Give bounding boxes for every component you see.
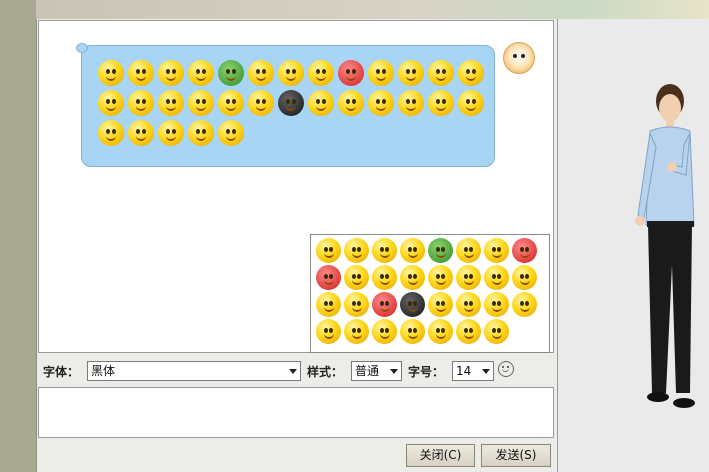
emoji-icon bbox=[338, 90, 364, 116]
emoji-option-icon[interactable] bbox=[316, 319, 341, 344]
chevron-down-icon bbox=[482, 369, 490, 374]
emoji-icon bbox=[218, 60, 244, 86]
emoji-icon bbox=[368, 60, 394, 86]
format-toolbar: 字体： 黑体 样式： 普通 字号： 14 bbox=[38, 358, 554, 384]
top-banner-image bbox=[36, 0, 709, 20]
emoji-option-icon[interactable] bbox=[344, 265, 369, 290]
style-select[interactable]: 普通 bbox=[351, 361, 402, 381]
emoji-option-icon[interactable] bbox=[428, 238, 453, 263]
user-profile-panel bbox=[557, 19, 709, 472]
emoji-option-icon[interactable] bbox=[372, 238, 397, 263]
send-button[interactable]: 发送(S) bbox=[481, 444, 551, 467]
emoji-icon bbox=[158, 60, 184, 86]
user-character-avatar bbox=[635, 84, 695, 408]
emoji-icon bbox=[458, 60, 484, 86]
emoji-icon bbox=[98, 90, 124, 116]
message-emoji-list bbox=[98, 60, 488, 146]
emoji-option-icon[interactable] bbox=[484, 238, 509, 263]
size-label: 字号： bbox=[408, 365, 445, 379]
emoji-option-icon[interactable] bbox=[456, 292, 481, 317]
emoji-icon bbox=[428, 90, 454, 116]
emoji-option-icon[interactable] bbox=[484, 292, 509, 317]
emoji-option-icon[interactable] bbox=[400, 319, 425, 344]
size-select-value: 14 bbox=[456, 364, 472, 378]
message-bubble bbox=[76, 43, 495, 167]
emoji-icon bbox=[398, 90, 424, 116]
emoji-option-icon[interactable] bbox=[512, 292, 537, 317]
emoji-icon bbox=[278, 90, 304, 116]
emoji-option-icon[interactable] bbox=[344, 238, 369, 263]
emoji-icon bbox=[278, 60, 304, 86]
style-select-value: 普通 bbox=[355, 364, 380, 378]
emoji-option-icon[interactable] bbox=[372, 265, 397, 290]
font-label: 字体： bbox=[43, 365, 80, 379]
emoji-icon bbox=[248, 60, 274, 86]
emoji-option-icon[interactable] bbox=[456, 265, 481, 290]
emoji-icon bbox=[338, 60, 364, 86]
emoji-option-icon[interactable] bbox=[428, 319, 453, 344]
left-window-strip bbox=[0, 0, 36, 472]
emoji-icon bbox=[158, 120, 184, 146]
emoji-option-icon[interactable] bbox=[484, 265, 509, 290]
emoji-option-icon[interactable] bbox=[400, 238, 425, 263]
emoji-option-icon[interactable] bbox=[512, 238, 537, 263]
emoji-option-icon[interactable] bbox=[512, 265, 537, 290]
emoji-option-icon[interactable] bbox=[316, 292, 341, 317]
style-label: 样式： bbox=[307, 365, 344, 379]
emoji-icon bbox=[98, 120, 124, 146]
bubble-tail bbox=[76, 43, 88, 53]
dog-avatar-icon bbox=[503, 42, 535, 74]
emoji-icon bbox=[308, 60, 334, 86]
emoji-picker-grid bbox=[316, 238, 548, 344]
emoji-icon bbox=[188, 120, 214, 146]
emoji-option-icon[interactable] bbox=[428, 265, 453, 290]
emoji-icon bbox=[188, 60, 214, 86]
emoji-option-icon[interactable] bbox=[400, 265, 425, 290]
emoji-option-icon[interactable] bbox=[344, 319, 369, 344]
emoji-icon bbox=[218, 120, 244, 146]
emoji-option-icon[interactable] bbox=[372, 292, 397, 317]
emoji-icon bbox=[98, 60, 124, 86]
emoji-icon bbox=[308, 90, 334, 116]
emoji-icon bbox=[428, 60, 454, 86]
emoji-option-icon[interactable] bbox=[484, 319, 509, 344]
message-input[interactable] bbox=[38, 387, 554, 438]
smiley-emoji-icon[interactable] bbox=[498, 361, 514, 377]
emoji-option-icon[interactable] bbox=[400, 292, 425, 317]
emoji-icon bbox=[128, 120, 154, 146]
emoji-icon bbox=[458, 90, 484, 116]
emoji-icon bbox=[248, 90, 274, 116]
close-button[interactable]: 关闭(C) bbox=[406, 444, 475, 467]
chevron-down-icon bbox=[390, 369, 398, 374]
emoji-icon bbox=[218, 90, 244, 116]
font-select-value: 黑体 bbox=[91, 364, 116, 378]
emoji-option-icon[interactable] bbox=[316, 238, 341, 263]
emoji-option-icon[interactable] bbox=[316, 265, 341, 290]
font-select[interactable]: 黑体 bbox=[87, 361, 301, 381]
emoji-option-icon[interactable] bbox=[428, 292, 453, 317]
emoji-icon bbox=[188, 90, 214, 116]
emoji-option-icon[interactable] bbox=[456, 238, 481, 263]
emoji-picker-panel bbox=[310, 234, 550, 353]
emoji-icon bbox=[158, 90, 184, 116]
emoji-option-icon[interactable] bbox=[344, 292, 369, 317]
emoji-option-icon[interactable] bbox=[456, 319, 481, 344]
emoji-icon bbox=[368, 90, 394, 116]
chevron-down-icon bbox=[289, 369, 297, 374]
emoji-option-icon[interactable] bbox=[372, 319, 397, 344]
emoji-icon bbox=[398, 60, 424, 86]
size-select[interactable]: 14 bbox=[452, 361, 494, 381]
emoji-icon bbox=[128, 90, 154, 116]
emoji-icon bbox=[128, 60, 154, 86]
